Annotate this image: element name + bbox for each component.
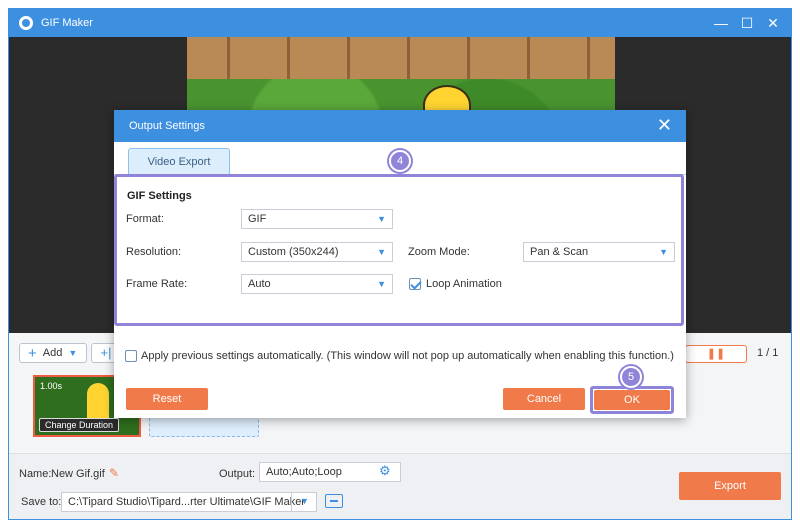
apply-previous-label: Apply previous settings automatically. (…	[141, 350, 674, 362]
format-label: Format:	[126, 213, 164, 225]
pause-button[interactable]: ❚❚	[685, 345, 747, 363]
maximize-icon[interactable]: ☐	[737, 13, 757, 33]
plus-icon: +	[28, 344, 37, 362]
frame-rate-select[interactable]: Auto ▼	[241, 274, 393, 294]
reset-button[interactable]: Reset	[126, 388, 208, 410]
minimize-icon[interactable]: —	[711, 13, 731, 33]
gif-settings-panel: GIF Settings Format: GIF ▼ Resolution: C…	[114, 174, 684, 326]
chevron-down-icon: ▼	[377, 247, 386, 257]
folder-icon[interactable]	[325, 494, 343, 508]
format-select[interactable]: GIF ▼	[241, 209, 393, 229]
bottom-bar: Name: New Gif.gif ✎ Output: Auto;Auto;Lo…	[9, 453, 791, 519]
tab-video-export[interactable]: Video Export	[128, 148, 230, 176]
cancel-button[interactable]: Cancel	[503, 388, 585, 410]
chevron-down-icon: ▼	[659, 247, 668, 257]
save-to-label: Save to:	[21, 496, 62, 508]
dialog-header: Output Settings ✕	[114, 110, 686, 142]
gear-icon[interactable]: ⚙	[379, 463, 391, 479]
ok-button[interactable]: OK	[594, 390, 670, 410]
step-badge-5: 5	[620, 366, 642, 388]
chevron-down-icon: ▼	[377, 279, 386, 289]
frame-rate-label: Frame Rate:	[126, 278, 188, 290]
section-title: GIF Settings	[127, 190, 192, 202]
apply-previous-checkbox[interactable]	[125, 350, 137, 362]
resolution-label: Resolution:	[126, 246, 182, 258]
chevron-down-icon[interactable]: ▼	[68, 348, 77, 358]
close-icon[interactable]: ✕	[763, 13, 783, 33]
add-button-label: Add	[42, 347, 63, 359]
output-settings-dialog: Output Settings ✕ Video Export GIF Setti…	[114, 110, 686, 418]
title-bar: GIF Maker — ☐ ✕	[9, 9, 791, 37]
zoom-mode-select[interactable]: Pan & Scan ▼	[523, 242, 675, 262]
frame-rate-value: Auto	[248, 278, 271, 290]
dialog-title: Output Settings	[129, 120, 205, 132]
zoom-mode-value: Pan & Scan	[530, 246, 589, 258]
app-title: GIF Maker	[41, 17, 93, 29]
add-button[interactable]: + Add ▼	[19, 343, 87, 363]
clip-duration: 1.00s	[40, 381, 63, 391]
loop-animation-label: Loop Animation	[426, 278, 502, 290]
chevron-down-icon[interactable]: ▼	[291, 492, 317, 512]
loop-animation-checkbox[interactable]	[409, 278, 421, 290]
chevron-down-icon: ▼	[377, 214, 386, 224]
resolution-select[interactable]: Custom (350x244) ▼	[241, 242, 393, 262]
close-icon[interactable]: ✕	[657, 116, 672, 134]
page-count: 1 / 1	[757, 347, 779, 359]
step-badge-4: 4	[389, 150, 411, 172]
zoom-mode-label: Zoom Mode:	[408, 246, 470, 258]
pencil-icon[interactable]: ✎	[109, 466, 119, 480]
name-label: Name:	[19, 468, 52, 480]
format-value: GIF	[248, 213, 267, 225]
resolution-value: Custom (350x244)	[248, 246, 339, 258]
export-button[interactable]: Export	[679, 472, 781, 500]
change-duration-button[interactable]: Change Duration	[39, 418, 119, 432]
output-label: Output:	[219, 468, 256, 480]
app-logo-icon	[19, 16, 33, 30]
save-path-field[interactable]: C:\Tipard Studio\Tipard...rter Ultimate\…	[61, 492, 317, 512]
name-value: New Gif.gif	[51, 468, 105, 480]
